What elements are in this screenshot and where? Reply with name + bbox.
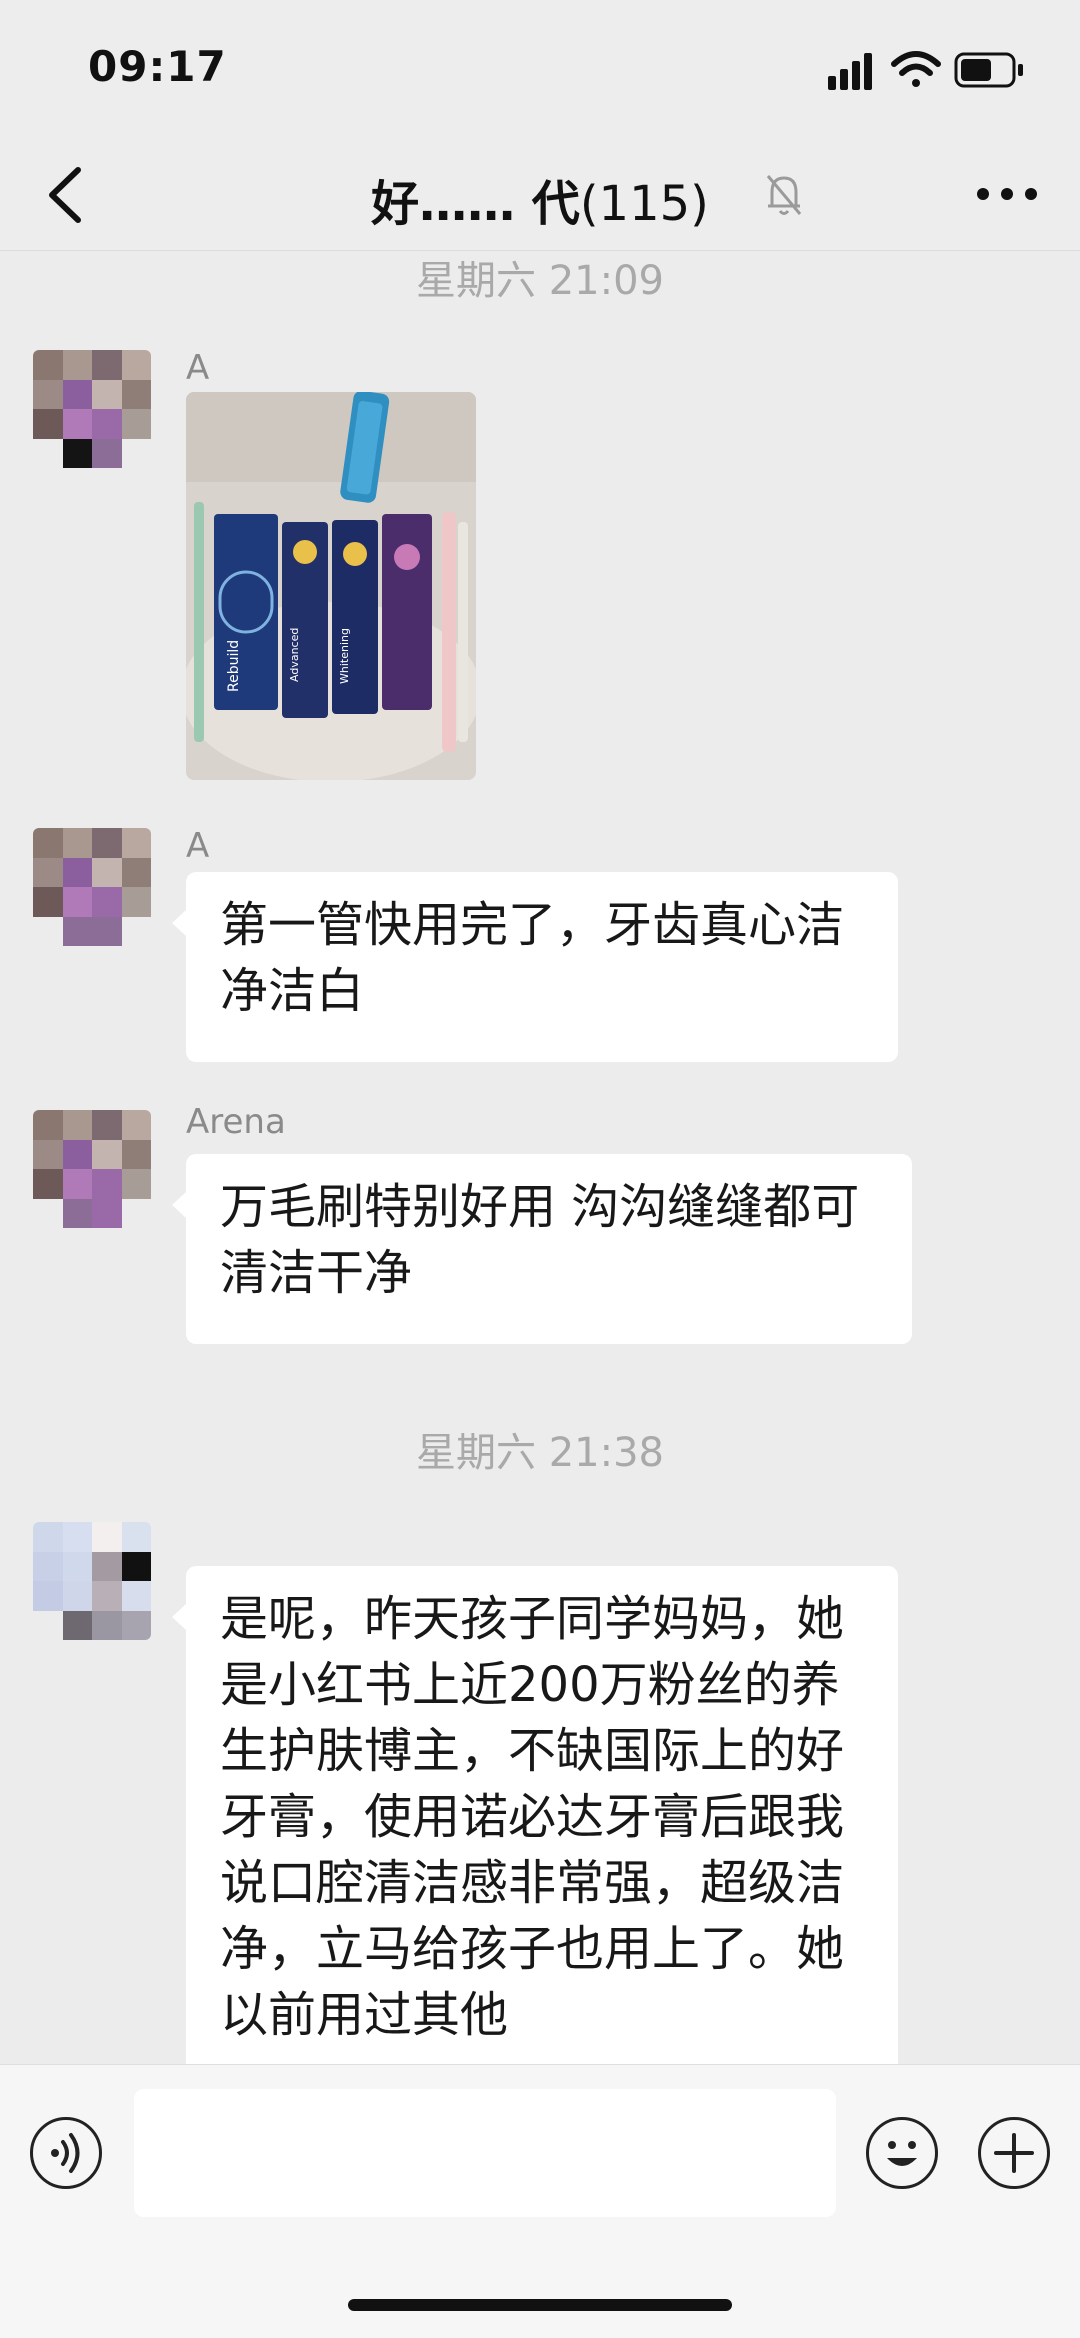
sender-name: A bbox=[186, 826, 210, 866]
message-bubble[interactable]: 第一管快用完了，牙齿真心洁净洁白 bbox=[172, 872, 898, 1062]
plus-icon bbox=[994, 2133, 1034, 2173]
avatar[interactable] bbox=[33, 1110, 151, 1228]
battery-icon bbox=[954, 52, 1023, 88]
message-bubble[interactable]: 万毛刷特别好用 沟沟缝缝都可清洁干净 bbox=[172, 1154, 912, 1344]
member-count: (115) bbox=[579, 176, 709, 232]
message-input[interactable] bbox=[134, 2089, 836, 2217]
chat-header: 好…… 代(115) bbox=[0, 140, 1080, 251]
timestamp: 星期六 21:09 bbox=[416, 258, 664, 304]
emoji-icon bbox=[887, 2141, 917, 2166]
status-icons bbox=[828, 51, 1023, 90]
message-bubble[interactable]: 是呢，昨天孩子同学妈妈，她是小红书上近200万粉丝的养生护肤博主，不缺国际上的好… bbox=[172, 1566, 898, 2106]
chat-title-text: 好…… 代 bbox=[371, 176, 580, 232]
home-indicator[interactable] bbox=[348, 2299, 732, 2311]
signal-icon bbox=[828, 53, 872, 90]
avatar[interactable] bbox=[33, 828, 151, 946]
emoji-button[interactable] bbox=[866, 2117, 938, 2189]
plus-button[interactable] bbox=[978, 2117, 1050, 2189]
timestamp: 星期六 21:38 bbox=[416, 1430, 664, 1476]
sender-name: Arena bbox=[186, 1102, 286, 1142]
input-bar bbox=[0, 2064, 1080, 2338]
toothpaste-photo: Rebuild Advanced Whitening bbox=[186, 392, 476, 780]
avatar[interactable] bbox=[33, 1522, 151, 1640]
sender-name: A bbox=[186, 348, 210, 388]
wifi-icon bbox=[891, 51, 941, 87]
voice-button[interactable] bbox=[30, 2117, 102, 2189]
photo-box-text: Advanced bbox=[288, 628, 301, 682]
more-icon[interactable] bbox=[974, 172, 1040, 216]
photo-box-brand: Rebuild bbox=[226, 640, 242, 692]
message-photo[interactable]: Rebuild Advanced Whitening bbox=[186, 392, 476, 780]
avatar[interactable] bbox=[33, 350, 151, 468]
photo-box-text: Whitening bbox=[338, 628, 351, 684]
chat-title: 好…… 代(115) bbox=[0, 164, 1080, 234]
status-bar: 09:17 bbox=[0, 0, 1080, 140]
mute-bell-icon bbox=[766, 175, 802, 215]
voice-icon bbox=[51, 2133, 80, 2173]
status-time: 09:17 bbox=[88, 42, 227, 91]
